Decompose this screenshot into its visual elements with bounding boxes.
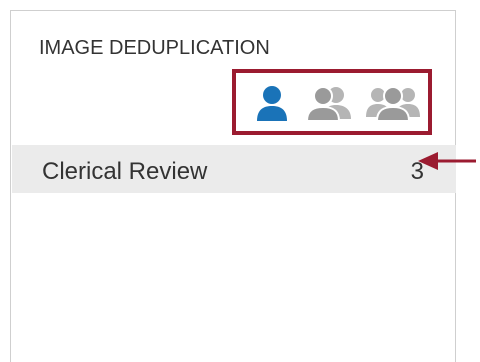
user-group-icon[interactable] xyxy=(364,85,422,121)
image-deduplication-panel: IMAGE DEDUPLICATION Clerical Review 3 xyxy=(10,10,456,362)
list-item[interactable]: Clerical Review 3 xyxy=(12,145,456,193)
row-label: Clerical Review xyxy=(42,158,208,185)
annotation-arrow-icon xyxy=(418,152,476,170)
two-users-icon[interactable] xyxy=(306,85,352,121)
view-mode-highlight xyxy=(232,69,432,135)
single-user-icon[interactable] xyxy=(256,85,288,121)
panel-title: IMAGE DEDUPLICATION xyxy=(39,37,270,59)
